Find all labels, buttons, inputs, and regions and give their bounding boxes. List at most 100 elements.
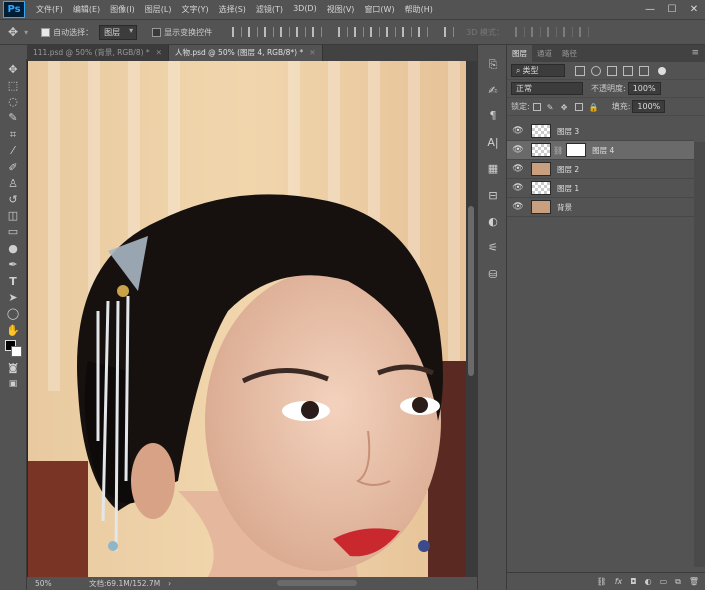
background-color-swatch[interactable] [11,346,22,357]
paragraph-panel-icon[interactable]: ¶ [485,108,501,124]
menu-item[interactable]: 3D(D) [288,4,322,15]
lasso-tool-icon[interactable]: ◌ [6,95,20,109]
path-select-tool-icon[interactable]: ➤ [6,291,20,305]
status-arrow[interactable]: › [168,579,171,588]
auto-align-button[interactable] [441,27,457,37]
tab-layers[interactable]: 图层 [507,45,532,62]
opacity-input[interactable]: 100% [627,82,661,95]
type-tool-icon[interactable]: T [6,275,20,289]
type-filter-icon[interactable] [607,65,617,76]
menu-item[interactable]: 文字(Y) [176,4,213,15]
character-panel-icon[interactable]: A| [485,135,501,151]
pixel-filter-icon[interactable] [575,65,585,76]
lock-artboard-icon[interactable] [574,102,583,111]
3d-mode-buttons[interactable] [512,27,592,37]
visibility-eye-icon[interactable]: 👁 [511,202,525,212]
document-image[interactable] [28,61,468,577]
tool-preset-dropdown[interactable]: ▾ [24,28,28,37]
trash-icon[interactable]: 🗑 [689,577,699,586]
menu-item[interactable]: 图层(L) [140,4,177,15]
stamp-tool-icon[interactable]: ♙ [6,177,20,191]
quick-mask-icon[interactable]: ◙ [6,362,20,376]
blend-mode-dropdown[interactable]: 正常 [511,82,583,95]
menu-item[interactable]: 视图(V) [322,4,360,15]
link-icon[interactable]: ⛓ [597,577,607,586]
auto-select-dropdown[interactable]: 图层 [99,24,138,40]
mask-link-icon[interactable]: ⛓ [553,146,563,155]
lock-position-icon[interactable]: ✥ [561,103,569,112]
visibility-eye-icon[interactable]: 👁 [511,126,525,136]
tab-111-psd[interactable]: 111.psd @ 50% (背景, RGB/8) * ✕ [27,45,169,61]
properties-panel-icon[interactable]: ⚟ [485,240,501,256]
move-tool-icon[interactable]: ✥ [8,25,18,39]
eyedropper-tool-icon[interactable]: ⁄ [6,144,20,158]
group-icon[interactable]: ▭ [660,577,668,586]
photoshop-logo[interactable]: Ps [3,1,25,18]
auto-select-checkbox[interactable] [41,27,51,37]
adjustment-icon[interactable]: ◐ [645,577,652,586]
new-layer-icon[interactable]: ⧉ [675,577,681,587]
shape-filter-icon[interactable] [623,65,633,76]
canvas-vertical-scrollbar[interactable] [466,61,477,577]
horizontal-scroll-thumb[interactable] [277,580,357,586]
pen-tool-icon[interactable]: ✒ [6,258,20,272]
menu-item[interactable]: 帮助(H) [400,4,438,15]
fill-input[interactable]: 100% [632,100,666,113]
align-buttons[interactable] [229,27,325,37]
eraser-tool-icon[interactable]: ◫ [6,209,20,223]
panel-menu-icon[interactable]: ≡ [691,48,699,58]
menu-item[interactable]: 滤镜(T) [251,4,288,15]
layers-scrollbar[interactable] [694,142,705,567]
crop-tool-icon[interactable]: ⌗ [6,128,20,142]
smart-filter-icon[interactable] [639,65,649,76]
marquee-tool-icon[interactable]: ⬚ [6,79,20,93]
history-panel-icon[interactable]: ⎘ [485,57,501,73]
visibility-eye-icon[interactable]: 👁 [511,145,525,155]
filter-kind-dropdown[interactable]: ⌕ 类型 [511,64,565,77]
menu-item[interactable]: 文件(F) [31,4,68,15]
adjustments-panel-icon[interactable]: ◐ [485,214,501,230]
visibility-eye-icon[interactable]: 👁 [511,183,525,193]
lock-all-icon[interactable]: 🔒 [589,103,599,112]
gradient-tool-icon[interactable]: ▭ [6,225,20,239]
menu-item[interactable]: 图像(I) [105,4,140,15]
menu-item[interactable]: 窗口(W) [359,4,399,15]
layer-row-layer3[interactable]: 👁 图层 3 [507,122,694,141]
layer-row-layer2[interactable]: 👁 图层 2 [507,160,694,179]
hand-tool-icon[interactable]: ✋ [6,324,20,338]
shape-tool-icon[interactable]: ◯ [6,307,20,321]
lock-transparent-icon[interactable] [532,102,541,111]
brush-panel-icon[interactable]: ✍ [485,83,501,99]
move-tool-icon[interactable]: ✥ [6,63,20,77]
screen-mode-icon[interactable]: ▣ [6,377,20,391]
tab-channels[interactable]: 通道 [532,45,557,62]
visibility-eye-icon[interactable]: 👁 [511,164,525,174]
distribute-buttons[interactable] [335,27,431,37]
styles-panel-icon[interactable]: ⛁ [485,267,501,283]
layer-row-layer4[interactable]: 👁 ⛓ 图层 4 [507,141,694,160]
mask-icon[interactable]: ◘ [630,577,636,586]
close-button[interactable]: ✕ [683,0,705,19]
swatches-panel-icon[interactable]: ▦ [485,161,501,177]
close-icon[interactable]: ✕ [156,48,162,57]
lock-pixels-icon[interactable]: ✎ [547,103,555,112]
scroll-thumb[interactable] [468,206,474,376]
layer-row-background[interactable]: 👁 背景 [507,198,694,217]
zoom-level[interactable]: 50% [35,579,75,588]
adjustment-filter-icon[interactable] [591,65,601,76]
tab-paths[interactable]: 路径 [557,45,582,62]
show-transform-checkbox[interactable] [152,27,162,37]
info-panel-icon[interactable]: ⊟ [485,188,501,204]
menu-item[interactable]: 选择(S) [214,4,251,15]
menu-item[interactable]: 编辑(E) [68,4,105,15]
tab-renwu-psd[interactable]: 人物.psd @ 50% (图层 4, RGB/8*) * ✕ [168,45,323,61]
canvas-area[interactable] [27,61,477,577]
dodge-tool-icon[interactable]: ● [6,242,20,256]
fx-icon[interactable]: fx [615,577,623,586]
filter-toggle-icon[interactable] [658,66,666,75]
maximize-button[interactable]: ☐ [661,0,683,19]
history-brush-icon[interactable]: ↺ [6,193,20,207]
minimize-button[interactable]: — [639,0,661,19]
layer-row-layer1[interactable]: 👁 图层 1 [507,179,694,198]
close-icon[interactable]: ✕ [309,48,315,57]
